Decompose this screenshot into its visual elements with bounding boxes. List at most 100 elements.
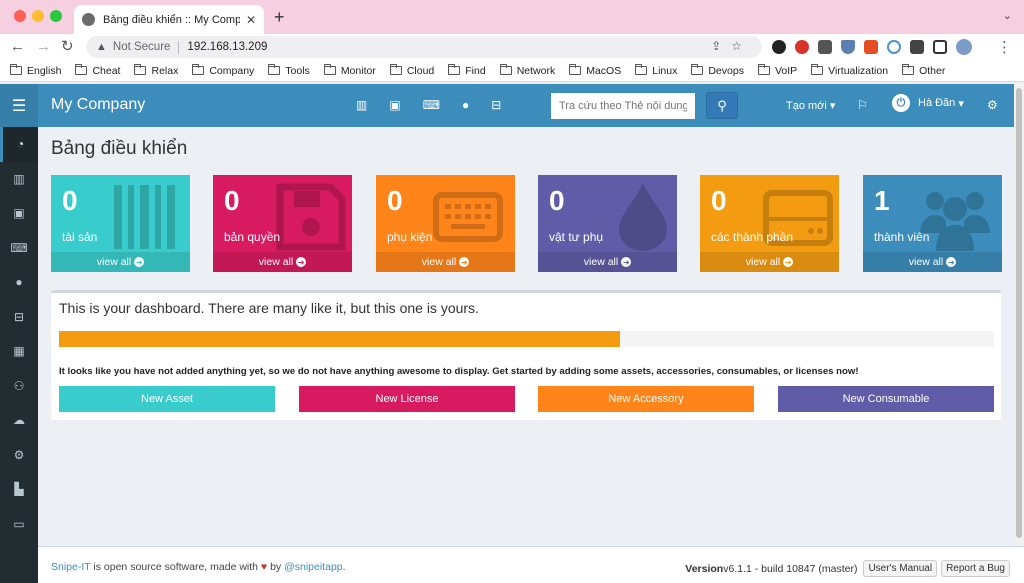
- app-header: ☰ My Company ▥ ▣ ⌨ ● ⊟ ⚲ Tạo mới ▾ ⚐ ⏻ H…: [0, 84, 1014, 127]
- user-menu[interactable]: ⏻ Hà Đăn ▾: [892, 94, 964, 112]
- zoom-window-button[interactable]: [50, 10, 62, 22]
- page-title: Bảng điều khiển: [51, 138, 188, 159]
- address-bar[interactable]: ▲ Not Secure 192.168.13.209 ⇪☆: [86, 36, 762, 58]
- abp-extension-icon[interactable]: [795, 40, 809, 54]
- barcode-icon[interactable]: ▥: [356, 98, 367, 112]
- tile-components[interactable]: 0 các thành phần view all ➜: [700, 175, 839, 272]
- footer-text: .: [342, 561, 346, 573]
- settings-icon[interactable]: ⚙: [0, 438, 38, 473]
- view-all-link[interactable]: view all ➜: [863, 252, 1002, 272]
- scrollbar-thumb[interactable]: [1016, 88, 1022, 538]
- dashboard-box: This is your dashboard. There are many l…: [51, 290, 1001, 420]
- bookmark-folder[interactable]: Relax: [134, 64, 179, 77]
- sidebar-toggle-icon[interactable]: ☰: [0, 84, 38, 127]
- barcode-icon[interactable]: ▥: [0, 162, 38, 197]
- floppy-icon[interactable]: ▣: [389, 98, 400, 112]
- user-name: Hà Đăn: [918, 97, 956, 109]
- gears-icon[interactable]: ⚙: [987, 98, 998, 112]
- bookmark-folder[interactable]: Cloud: [389, 64, 434, 77]
- reports-icon[interactable]: ▙: [0, 472, 38, 507]
- view-all-link[interactable]: view all ➜: [538, 252, 677, 272]
- brand-name[interactable]: My Company: [51, 96, 145, 114]
- floppy-icon[interactable]: ▣: [0, 196, 38, 231]
- keyboard-icon[interactable]: ⌨: [423, 98, 440, 112]
- new-consumable-button[interactable]: New Consumable: [778, 386, 994, 412]
- tile-accessories[interactable]: 0 phụ kiện view all ➜: [376, 175, 515, 272]
- minimize-window-button[interactable]: [32, 10, 44, 22]
- bookmark-folder[interactable]: Company: [192, 64, 254, 77]
- reload-icon[interactable]: ↻: [61, 38, 74, 56]
- forward-icon[interactable]: →: [36, 38, 51, 56]
- laptop-icon[interactable]: ▭: [0, 507, 38, 542]
- bookmark-folder[interactable]: Linux: [635, 64, 677, 77]
- keyboard-icon[interactable]: ⌨: [0, 231, 38, 266]
- bookmark-folder[interactable]: Find: [448, 64, 486, 77]
- tile-licenses[interactable]: 0 bản quyền view all ➜: [213, 175, 352, 272]
- folder-icon: [323, 64, 336, 75]
- badge-extension-icon[interactable]: [841, 40, 855, 54]
- view-all-link[interactable]: view all ➜: [51, 252, 190, 272]
- floppy-icon: [276, 183, 346, 251]
- new-tab-icon[interactable]: +: [274, 7, 285, 28]
- tile-assets[interactable]: 0 tài sản view all ➜: [51, 175, 190, 272]
- tile-consumables[interactable]: 0 vật tư phụ view all ➜: [538, 175, 677, 272]
- bookmark-folder[interactable]: Other: [902, 64, 945, 77]
- bookmark-label: Relax: [151, 64, 179, 77]
- search-button[interactable]: ⚲: [706, 92, 738, 119]
- share-bookmark-icons[interactable]: ⇪☆: [711, 39, 752, 53]
- shield-extension-icon[interactable]: [772, 40, 786, 54]
- bookmark-folder[interactable]: Network: [499, 64, 555, 77]
- tab-close-icon[interactable]: ✕: [246, 13, 256, 27]
- ring-extension-icon[interactable]: [887, 40, 901, 54]
- bookmark-folder[interactable]: VoIP: [757, 64, 797, 77]
- folder-icon: [448, 64, 461, 75]
- tile-users[interactable]: 1 thành viên view all ➜: [863, 175, 1002, 272]
- hdd-icon[interactable]: ⊟: [491, 98, 501, 112]
- tab-search-icon[interactable]: ⌄: [1003, 9, 1012, 22]
- close-window-button[interactable]: [14, 10, 26, 22]
- new-accessory-button[interactable]: New Accessory: [538, 386, 754, 412]
- bookmark-folder[interactable]: English: [10, 64, 61, 77]
- new-asset-button[interactable]: New Asset: [59, 386, 275, 412]
- twitter-handle-link[interactable]: @snipeitapp: [284, 561, 343, 573]
- back-icon[interactable]: ←: [10, 38, 25, 56]
- view-all-link[interactable]: view all ➜: [213, 252, 352, 272]
- version-label: Version: [685, 562, 724, 575]
- users-manual-button[interactable]: User's Manual: [863, 560, 938, 577]
- flag-icon[interactable]: ⚐: [857, 98, 868, 112]
- dashboard-icon[interactable]: ◔: [0, 127, 38, 162]
- puzzle-icon[interactable]: [910, 40, 924, 54]
- qr-extension-icon[interactable]: [818, 40, 832, 54]
- folder-icon: [635, 64, 648, 75]
- cloud-upload-icon[interactable]: ☁: [0, 403, 38, 438]
- new-license-button[interactable]: New License: [299, 386, 515, 412]
- snipeit-link[interactable]: Snipe-IT: [51, 561, 91, 573]
- hdd-icon[interactable]: ⊟: [0, 300, 38, 335]
- sidebar: ◔ ▥ ▣ ⌨ ● ⊟ ▦ ⚇ ☁ ⚙ ▙ ▭: [0, 127, 38, 583]
- bookmark-folder[interactable]: Devops: [691, 64, 744, 77]
- view-all-link[interactable]: view all ➜: [700, 252, 839, 272]
- browser-tab[interactable]: Bảng điều khiển :: My Company ✕: [74, 5, 264, 34]
- report-bug-button[interactable]: Report a Bug: [941, 560, 1010, 577]
- users-icon[interactable]: ⚇: [0, 369, 38, 404]
- folder-icon: [499, 64, 512, 75]
- color-extension-icon[interactable]: [864, 40, 878, 54]
- search-input[interactable]: [551, 93, 695, 119]
- kits-icon[interactable]: ▦: [0, 334, 38, 369]
- bookmark-folder[interactable]: Monitor: [323, 64, 376, 77]
- browser-menu-icon[interactable]: ⋮: [997, 38, 1012, 56]
- bookmark-folder[interactable]: Virtualization: [811, 64, 888, 77]
- drop-icon: [619, 183, 667, 251]
- page-scrollbar[interactable]: [1014, 84, 1024, 546]
- sidepanel-icon[interactable]: [933, 40, 947, 54]
- bookmark-folder[interactable]: Tools: [268, 64, 310, 77]
- create-new-dropdown[interactable]: Tạo mới ▾: [786, 99, 835, 112]
- bookmark-folder[interactable]: Cheat: [75, 64, 120, 77]
- footer-text: by: [267, 561, 285, 573]
- drop-icon[interactable]: ●: [462, 98, 469, 112]
- folder-icon: [10, 64, 22, 75]
- drop-icon[interactable]: ●: [0, 265, 38, 300]
- bookmark-folder[interactable]: MacOS: [569, 64, 621, 77]
- view-all-link[interactable]: view all ➜: [376, 252, 515, 272]
- profile-avatar-icon[interactable]: [956, 39, 972, 55]
